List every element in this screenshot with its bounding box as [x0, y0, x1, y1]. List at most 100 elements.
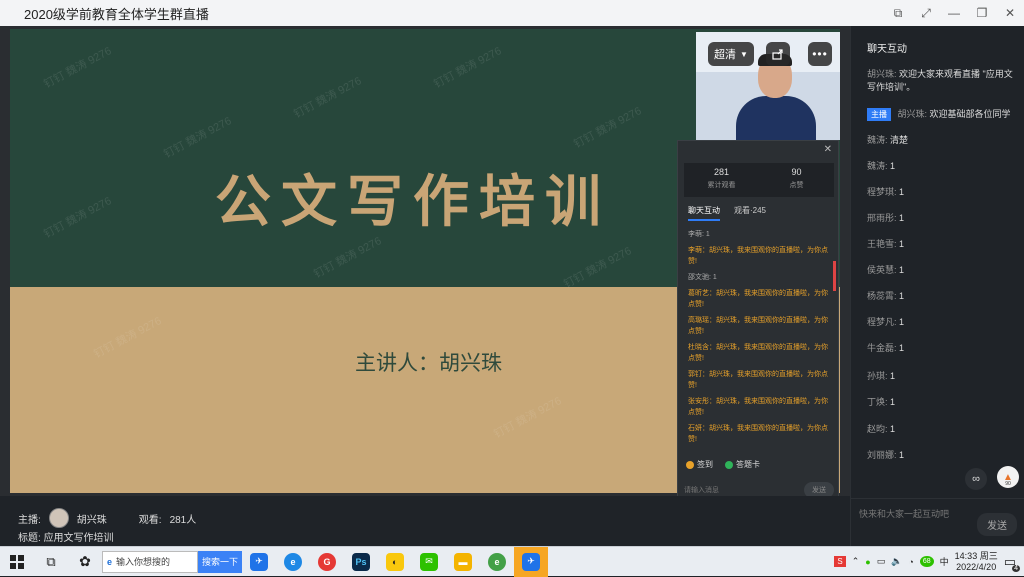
tab-viewers[interactable]: 观看·245 — [734, 205, 766, 221]
photoshop-icon: Ps — [352, 552, 371, 571]
viewers-count: 281 — [713, 167, 730, 177]
chat-message: 杨蕊霄: 1 — [867, 290, 1019, 303]
signin-button[interactable]: 签到 — [686, 459, 713, 470]
taskbar-app-yellow[interactable]: ◐ — [378, 547, 412, 577]
chat-message: 王艳雪: 1 — [867, 238, 1019, 251]
quality-selector[interactable]: 超清 ▼ — [708, 42, 754, 66]
stats-counts: 281 累计观看 90 点赞 — [684, 163, 834, 197]
live-info-bar: 主播: 胡兴珠 观看: 281人 标题: 应用文写作培训 — [0, 496, 850, 546]
close-button[interactable]: ✕ — [996, 0, 1024, 26]
chat-text: 1 — [890, 161, 896, 171]
taskbar-app-dingtalk[interactable]: ✈ — [242, 547, 276, 577]
list-item: 葛昕艺：胡兴珠，我来围观你的直播啦，为你点赞! — [688, 290, 828, 308]
chat-text: 1 — [899, 450, 905, 460]
folder-icon: ▬ — [454, 552, 473, 571]
sogou-icon[interactable]: S — [834, 556, 846, 567]
viewers-label: 观看: — [138, 514, 162, 526]
taskbar-app-photoshop[interactable]: Ps — [344, 547, 378, 577]
chat-message: 赵昀: 1 — [867, 423, 1019, 436]
chat-text: 欢迎基础部各位同学 — [929, 109, 1011, 119]
chat-text: 1 — [899, 265, 905, 275]
host-badge: 主播 — [867, 108, 891, 121]
scrollbar[interactable] — [833, 261, 836, 291]
start-button[interactable] — [0, 547, 34, 577]
close-icon[interactable]: ✕ — [824, 144, 832, 155]
battery-badge[interactable]: 68 — [919, 556, 934, 567]
chat-user: 胡兴珠: — [897, 109, 928, 119]
chat-message: 丁焕: 1 — [867, 396, 1019, 409]
netease-icon: G — [318, 552, 337, 571]
title-row: 标题: 应用文写作培训 — [18, 529, 114, 544]
notification-icon[interactable]: ▭ 4 — [1004, 554, 1020, 572]
battery-icon[interactable]: ▭ — [877, 556, 886, 567]
link-icon: ∞ — [972, 473, 980, 485]
like-button[interactable]: ▲ 90 — [997, 466, 1019, 488]
maximize-button[interactable]: ❐ — [968, 0, 996, 26]
list-item: 石妍：胡兴珠，我来围观你的直播啦，为你点赞! — [688, 425, 828, 443]
likes-label: 点赞 — [789, 182, 804, 189]
chat-input[interactable]: 快来和大家一起互动吧 — [859, 507, 949, 520]
list-item: 杜晓含：胡兴珠，我来围观你的直播啦，为你点赞! — [688, 344, 828, 362]
answer-card-button[interactable]: 答题卡 — [725, 459, 760, 470]
wechat-icon: ✉ — [420, 552, 439, 571]
quality-label: 超清 — [714, 49, 737, 61]
pip-icon[interactable]: ⧉ — [884, 0, 912, 26]
panel-message-input[interactable]: 请输入消息 — [684, 485, 719, 495]
taskbar-app-flower[interactable]: ✿ — [68, 547, 102, 577]
chat-user: 杨蕊霄: — [867, 291, 897, 301]
tab-chat[interactable]: 聊天互动 — [688, 205, 720, 221]
chat-text: 1 — [890, 371, 896, 381]
notification-count: 4 — [1012, 564, 1020, 572]
title-label: 标题: — [18, 533, 41, 544]
avatar[interactable] — [48, 508, 69, 528]
taskbar-app-explorer[interactable]: ▬ — [446, 547, 480, 577]
taskbar-app-edge[interactable]: e — [276, 547, 310, 577]
clock[interactable]: 14:33 周三 2022/4/20 — [955, 551, 998, 573]
minimize-button[interactable]: — — [940, 0, 968, 26]
link-button[interactable]: ∞ — [965, 468, 987, 490]
window-title: 2020级学前教育全体学生群直播 — [24, 6, 209, 22]
signin-label: 签到 — [697, 460, 713, 469]
system-tray: S ⌃ ● ▭ 🔈 ◔ 68 中 14:33 周三 2022/4/20 ▭ 4 — [834, 551, 1024, 573]
taskbar-app-netease[interactable]: G — [310, 547, 344, 577]
os-taskbar: ⧉ ✿ e 输入你想搜的 搜索一下 ✈ e G Ps ◐ ✉ ▬ e ✈ S ⌃… — [0, 546, 1024, 577]
taskbar-search-button[interactable]: 搜索一下 — [198, 550, 243, 573]
answer-card-label: 答题卡 — [736, 460, 760, 469]
ime-icon[interactable]: 中 — [940, 555, 949, 568]
share-icon — [772, 49, 783, 60]
clock-time: 14:33 周三 — [954, 550, 998, 561]
window-titlebar: 2020级学前教育全体学生群直播 ⧉ ⤢ — ❐ ✕ — [0, 0, 1024, 26]
windows-logo-icon — [10, 554, 24, 569]
chat-user: 程梦凡: — [867, 317, 897, 327]
chat-text: 1 — [899, 239, 905, 249]
more-button[interactable]: ••• — [808, 42, 832, 66]
chat-text: 1 — [890, 424, 896, 434]
tray-app-icon[interactable]: ● — [865, 557, 870, 567]
browser-icon: e — [488, 552, 507, 571]
presenter-camera[interactable]: 超清 ▼ ••• — [696, 32, 840, 140]
ie-icon: e — [107, 556, 113, 567]
taskbar-app-dingtalk-live[interactable]: ✈ — [514, 546, 549, 577]
chat-message: 魏涛: 1 — [867, 160, 1019, 173]
likes-stat: 90 点赞 — [759, 163, 834, 197]
volume-icon[interactable]: 🔈 — [891, 556, 902, 567]
viewers-label: 累计观看 — [707, 182, 736, 189]
answer-card-icon — [725, 460, 733, 469]
chevron-up-icon[interactable]: ⌃ — [852, 556, 860, 567]
clock-date: 2022/4/20 — [956, 561, 997, 572]
taskbar-search-input[interactable]: e 输入你想搜的 — [102, 550, 198, 573]
chat-user: 刘丽娜: — [867, 450, 897, 460]
fullscreen-icon[interactable]: ⤢ — [912, 0, 940, 26]
chat-user: 孙琪: — [867, 371, 888, 381]
wifi-icon[interactable]: ◔ — [908, 557, 913, 567]
chat-text: 1 — [899, 343, 905, 353]
panel-message-list: 李萌: 1 李萌：胡兴珠，我来围观你的直播啦，为你点赞! 邵文驰: 1 葛昕艺：… — [688, 229, 834, 450]
chat-send-button[interactable]: 发送 — [977, 513, 1017, 536]
share-button[interactable] — [766, 42, 790, 66]
like-count: 90 — [1005, 481, 1011, 487]
chat-message: 侯英慧: 1 — [867, 264, 1019, 277]
taskbar-app-browser[interactable]: e — [480, 547, 514, 577]
taskbar-app-wechat[interactable]: ✉ — [412, 547, 446, 577]
chat-user: 赵昀: — [867, 424, 888, 434]
task-view-button[interactable]: ⧉ — [34, 547, 68, 577]
